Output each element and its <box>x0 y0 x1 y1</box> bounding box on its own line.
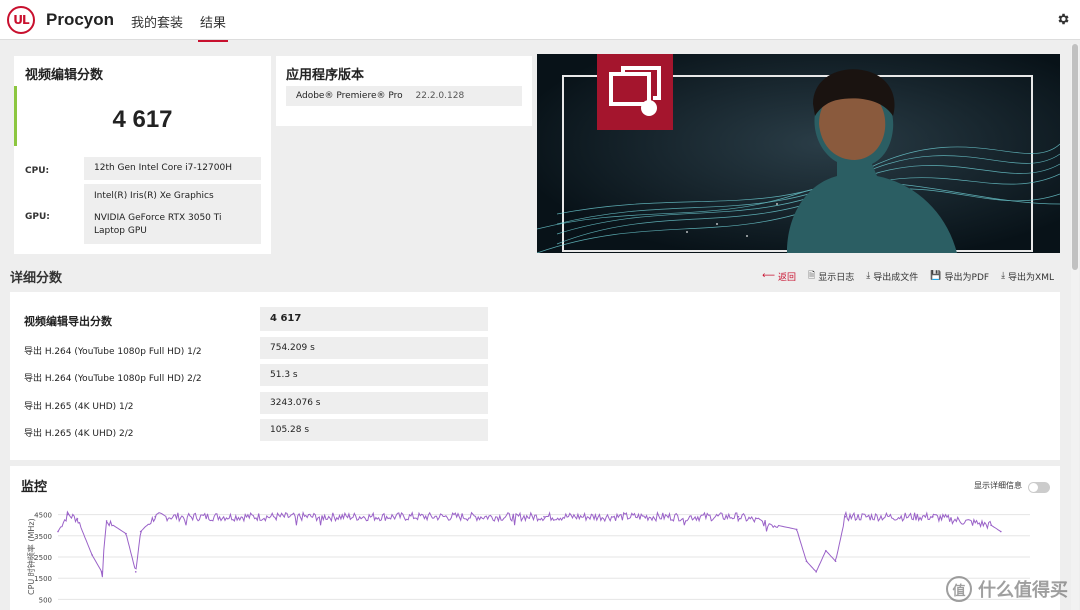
detail-row-value: 3243.076 s <box>260 392 488 414</box>
cpu-clock-point <box>1000 530 1002 533</box>
main-score-value: 4 617 <box>260 307 488 331</box>
gear-icon[interactable] <box>1056 12 1070 26</box>
page-scrollbar[interactable] <box>1071 44 1079 610</box>
detail-toggle[interactable] <box>1028 482 1050 493</box>
detail-row-label: 导出 H.264 (YouTube 1080p Full HD) 2/2 <box>24 374 202 384</box>
gpu-value: Intel(R) Iris(R) Xe Graphics <box>94 191 214 201</box>
arrow-left-icon: ⟵ <box>762 271 776 281</box>
detail-row-value: 754.209 s <box>260 337 488 359</box>
app-title: Procyon <box>46 10 115 29</box>
y-tick-label: 3500 <box>34 533 52 541</box>
cpu-clock-point <box>825 549 827 552</box>
cpu-clock-point <box>125 532 127 535</box>
overall-score: 4 617 <box>112 106 173 133</box>
score-card: 视频编辑分数 4 617 CPU: 12th Gen Intel Core i7… <box>14 56 271 254</box>
watermark-logo-icon: 值 <box>946 576 972 602</box>
main-score-label: 视频编辑导出分数 <box>24 315 112 328</box>
detail-row-label: 导出 H.264 (YouTube 1080p Full HD) 1/2 <box>24 347 202 357</box>
cpu-clock-point <box>154 515 156 518</box>
app-version-number: 22.2.0.128 <box>415 91 465 101</box>
export-pdf-button[interactable]: 💾 导出为PDF <box>930 268 989 284</box>
cpu-clock-series-line <box>57 510 1002 578</box>
detail-row-label: 导出 H.265 (4K UHD) 2/2 <box>24 429 134 439</box>
tab-results[interactable]: 结果 <box>197 12 229 42</box>
cpu-clock-point <box>134 571 137 573</box>
cpu-value: 12th Gen Intel Core i7-12700H <box>84 157 261 180</box>
cpu-clock-point <box>91 554 93 556</box>
export-xml-button[interactable]: ⤓ 导出为XML <box>1001 268 1054 284</box>
gpu-value: NVIDIA GeForce RTX 3050 Ti Laptop GPU <box>94 213 222 236</box>
watermark: 值 什么值得买 <box>946 576 1068 602</box>
cpu-label: CPU: <box>25 166 50 176</box>
cpu-clock-point <box>66 513 69 516</box>
detail-section-title: 详细分数 <box>10 271 63 286</box>
show-log-button[interactable]: 🗎 显示日志 <box>808 268 854 284</box>
top-bar: UL Procyon 我的套装 结果 <box>0 0 1080 42</box>
cpu-clock-point <box>100 571 103 573</box>
cpu-clock-point <box>105 520 108 522</box>
cpu-clock-point <box>76 518 79 520</box>
gpu-label: GPU: <box>25 212 50 222</box>
detail-scores-card: 视频编辑导出分数 4 617 导出 H.264 (YouTube 1080p F… <box>10 292 1060 460</box>
y-tick-label: 1500 <box>34 575 52 583</box>
cpu-clock-point <box>834 560 837 563</box>
cpu-clock-point <box>139 530 142 533</box>
scrollbar-thumb[interactable] <box>1072 44 1078 270</box>
y-tick-label: 500 <box>39 596 52 604</box>
download-icon: ⤓ <box>866 271 871 281</box>
y-tick-label: 4500 <box>34 512 52 520</box>
download-icon: ⤓ <box>1001 271 1006 281</box>
cpu-clock-point <box>795 528 798 531</box>
score-card-title: 视频编辑分数 <box>25 68 104 83</box>
export-file-button[interactable]: ⤓ 导出成文件 <box>866 268 918 284</box>
cpu-clock-point <box>990 524 992 526</box>
monitor-card: 监控 显示详细信息 CPU 时钟频率 (MHz) 4500 3500 2500 1500… <box>10 466 1060 610</box>
cpu-clock-point <box>57 530 59 533</box>
cpu-clock-chart: CPU 时钟频率 (MHz)4500350025001500500 <box>26 510 1030 604</box>
document-icon: 🗎 <box>808 271 816 281</box>
cpu-clock-point <box>543 515 545 518</box>
app-version-title: 应用程序版本 <box>286 68 365 83</box>
y-tick-label: 2500 <box>34 554 52 562</box>
gpu-value-list: Intel(R) Iris(R) Xe Graphics NVIDIA GeFo… <box>84 184 261 244</box>
cpu-clock-point <box>805 560 808 563</box>
cpu-clock-point <box>932 515 934 518</box>
hero-illustration <box>537 54 1060 253</box>
detail-actions: ⟵ 返回 🗎 显示日志 ⤓ 导出成文件 💾 导出为PDF ⤓ 导出为XML <box>762 268 1054 284</box>
tab-my-suites[interactable]: 我的套装 <box>131 12 183 31</box>
app-version-card: 应用程序版本 Adobe® Premiere® Pro 22.2.0.128 <box>276 56 532 126</box>
detail-toggle-label: 显示详细信息 <box>974 481 1022 490</box>
app-version-row: Adobe® Premiere® Pro 22.2.0.128 <box>286 86 522 106</box>
ul-logo-icon: UL <box>7 6 35 34</box>
cpu-clock-point <box>815 571 817 573</box>
app-name: Adobe® Premiere® Pro <box>296 91 403 101</box>
detail-row-value: 51.3 s <box>260 364 488 386</box>
cpu-clock-point <box>844 515 847 518</box>
watermark-text: 什么值得买 <box>978 580 1068 601</box>
save-icon: 💾 <box>930 271 942 281</box>
hero-image <box>537 54 1060 253</box>
cpu-clock-point <box>348 515 351 518</box>
detail-row-value: 105.28 s <box>260 419 488 441</box>
detail-row-label: 导出 H.265 (4K UHD) 1/2 <box>24 402 134 412</box>
cpu-clock-point <box>737 515 740 518</box>
back-button[interactable]: ⟵ 返回 <box>762 268 796 284</box>
monitor-title: 监控 <box>21 480 48 495</box>
